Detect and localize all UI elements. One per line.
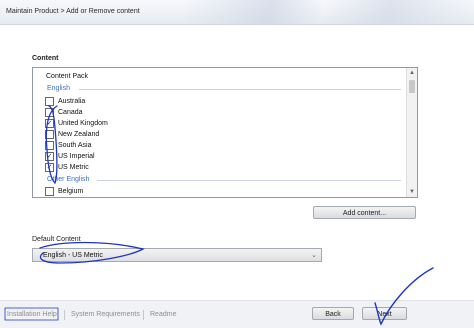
breadcrumb: Maintain Product > Add or Remove content: [6, 8, 140, 15]
footer: Installation Help System Requirements Re…: [0, 300, 474, 328]
readme-link[interactable]: Readme: [150, 311, 176, 318]
next-button[interactable]: Next: [362, 307, 407, 320]
add-content-button[interactable]: Add content...: [313, 206, 416, 219]
default-content-select[interactable]: English - US Metric ⌄: [32, 248, 322, 262]
list-item-new-zealand[interactable]: New Zealand: [45, 129, 99, 139]
checkbox-canada[interactable]: [45, 107, 54, 117]
list-item-belgium[interactable]: Belgium: [45, 186, 83, 196]
list-item-south-asia[interactable]: South Asia: [45, 140, 91, 150]
list-item-label: US Metric: [58, 163, 89, 171]
group-divider: [97, 180, 401, 181]
footer-separator: [143, 310, 144, 320]
list-item-canada[interactable]: Canada: [45, 107, 83, 117]
list-item-australia[interactable]: Australia: [45, 96, 85, 106]
list-item-label: Canada: [58, 108, 83, 116]
list-item-label: Australia: [58, 97, 86, 105]
checkbox-new-zealand[interactable]: [45, 129, 54, 139]
list-item-label: US Imperial: [58, 152, 95, 160]
vertical-scrollbar[interactable]: ▲ ▼: [406, 68, 417, 197]
title-bar-decoration: [184, 0, 474, 24]
scrollbar-thumb[interactable]: [409, 80, 415, 93]
check-icon[interactable]: ✓: [45, 151, 54, 161]
list-item-us-metric[interactable]: ✓ US Metric: [45, 162, 89, 172]
content-pack-list[interactable]: Content Pack English Australia Canada ✓ …: [32, 67, 418, 198]
system-requirements-link[interactable]: System Requirements: [71, 311, 140, 318]
footer-separator: [64, 310, 65, 320]
list-item-label: Belgium: [58, 187, 84, 195]
list-item-us-imperial[interactable]: ✓ US Imperial: [45, 151, 95, 161]
chevron-up-icon[interactable]: ▲: [407, 68, 417, 78]
chevron-down-icon[interactable]: ▼: [407, 187, 417, 197]
back-button[interactable]: Back: [312, 307, 354, 320]
list-item-label: South Asia: [58, 141, 92, 149]
content-section-label: Content: [32, 55, 59, 62]
title-bar: Maintain Product > Add or Remove content: [0, 0, 474, 25]
check-icon[interactable]: ✓: [45, 162, 54, 172]
list-item-united-kingdom[interactable]: ✓ United Kingdom: [45, 118, 108, 128]
checkbox-australia[interactable]: [45, 96, 54, 106]
checkbox-south-asia[interactable]: [45, 140, 54, 150]
installation-help-link[interactable]: Installation Help: [7, 311, 57, 318]
chevron-down-icon: ⌄: [311, 252, 317, 259]
default-content-label: Default Content: [32, 236, 81, 243]
group-label-other-english: Other English: [47, 176, 90, 183]
list-header: Content Pack: [46, 73, 89, 80]
group-label-english: English: [47, 85, 70, 92]
group-divider: [79, 89, 401, 90]
list-item-label: United Kingdom: [58, 119, 108, 127]
list-item-label: New Zealand: [58, 130, 100, 138]
default-content-value: English - US Metric: [43, 252, 103, 259]
check-icon[interactable]: ✓: [45, 118, 54, 128]
checkbox-belgium[interactable]: [45, 186, 54, 196]
